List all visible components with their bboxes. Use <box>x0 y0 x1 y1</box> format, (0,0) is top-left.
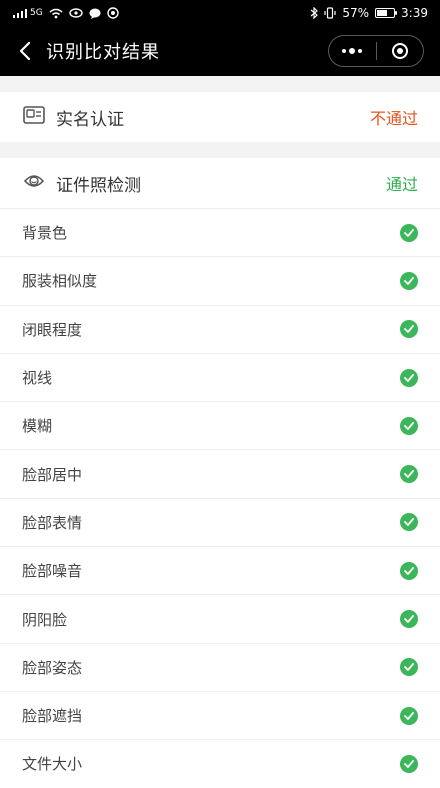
check-circle-icon <box>400 223 418 242</box>
wifi-icon <box>49 8 63 19</box>
list-item: 背景色 <box>0 208 440 256</box>
check-item-label: 脸部噪音 <box>22 562 83 581</box>
check-item-label: 闭眼程度 <box>22 320 83 339</box>
check-circle-icon <box>400 706 418 725</box>
check-circle-icon <box>400 368 418 387</box>
network-type: 5G <box>30 8 43 18</box>
navigation-bar: 识别比对结果 <box>0 26 440 76</box>
more-dots-icon <box>342 48 363 54</box>
check-circle-icon <box>400 271 418 290</box>
id-card-icon <box>22 104 46 130</box>
photo-check-section: 证件照检测 通过 <box>0 158 440 208</box>
check-item-label: 视线 <box>22 369 53 388</box>
camera-app-icon <box>107 7 119 19</box>
list-item: 模糊 <box>0 401 440 449</box>
section-gap <box>0 142 440 158</box>
chat-icon <box>89 8 101 19</box>
close-mini-program-button[interactable] <box>377 36 424 66</box>
check-circle-icon <box>400 465 418 484</box>
check-item-label: 阴阳脸 <box>22 610 68 629</box>
check-circle-icon <box>400 416 418 435</box>
check-circle-icon <box>400 561 418 580</box>
battery-icon <box>375 8 398 18</box>
check-circle-icon <box>400 320 418 339</box>
check-circle-icon <box>400 610 418 629</box>
bluetooth-icon <box>310 7 319 19</box>
face-scan-icon <box>22 170 46 196</box>
list-item: 脸部居中 <box>0 449 440 497</box>
target-circle-icon <box>391 43 408 59</box>
list-item: 闭眼程度 <box>0 304 440 353</box>
battery-percent: 57% <box>342 6 370 20</box>
vibrate-icon <box>324 7 336 19</box>
real-name-title: 实名认证 <box>56 109 124 130</box>
check-item-label: 模糊 <box>22 417 53 436</box>
check-item-label: 脸部表情 <box>22 513 83 532</box>
check-item-list: 背景色服装相似度闭眼程度视线模糊脸部居中脸部表情脸部噪音阴阳脸脸部姿态脸部遮挡文… <box>0 208 440 788</box>
signal-icon <box>12 8 28 18</box>
list-item: 文件大小 <box>0 739 440 787</box>
check-circle-icon <box>400 513 418 532</box>
status-bar: 5G 57% 3:39 <box>0 0 440 26</box>
page-title: 识别比对结果 <box>46 42 160 63</box>
back-button[interactable] <box>14 40 36 62</box>
list-item: 阴阳脸 <box>0 594 440 642</box>
photo-check-status: 通过 <box>385 175 418 194</box>
list-item: 服装相似度 <box>0 256 440 304</box>
real-name-section: 实名认证 不通过 <box>0 92 440 142</box>
check-circle-icon <box>400 658 418 677</box>
check-item-label: 脸部遮挡 <box>22 707 83 726</box>
check-item-label: 文件大小 <box>22 755 83 774</box>
chevron-left-icon <box>19 41 31 61</box>
check-item-label: 脸部居中 <box>22 465 83 484</box>
check-circle-icon <box>400 754 418 773</box>
real-name-status: 不通过 <box>369 109 418 128</box>
list-item: 脸部表情 <box>0 497 440 546</box>
more-button[interactable] <box>329 36 376 66</box>
list-item: 脸部噪音 <box>0 546 440 594</box>
list-item: 视线 <box>0 352 440 401</box>
eye-app-icon <box>69 8 83 18</box>
photo-check-title: 证件照检测 <box>56 175 141 196</box>
clock: 3:39 <box>401 6 428 20</box>
mini-program-capsule <box>328 35 424 67</box>
list-item: 脸部遮挡 <box>0 690 440 739</box>
check-item-label: 服装相似度 <box>22 272 98 291</box>
section-gap <box>0 76 440 92</box>
check-item-label: 脸部姿态 <box>22 658 83 677</box>
check-item-label: 背景色 <box>22 224 68 243</box>
list-item: 脸部姿态 <box>0 642 440 691</box>
